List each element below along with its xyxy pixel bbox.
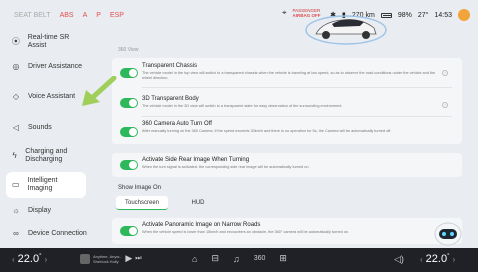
music-icon[interactable]: ♫ — [233, 254, 240, 264]
option-touchscreen[interactable]: Touchscreen — [116, 196, 168, 210]
assistant-robot-icon[interactable] — [430, 220, 466, 250]
divider — [142, 116, 452, 117]
sidebar-item-charging[interactable]: ϟ Charging and Discharging — [10, 148, 88, 164]
chevron-right-icon[interactable]: › — [45, 255, 48, 264]
camera-icon: ▭ — [11, 180, 20, 189]
annotation-arrow — [82, 76, 117, 106]
setting-row-3d-transparent-body: 3D Transparent Body The vehicle model in… — [112, 96, 462, 109]
setting-row-360-auto-off: 360 Camera Auto Turn Off After manually … — [112, 121, 462, 134]
settings-card: Activate Panoramic Image on Narrow Roads… — [112, 218, 462, 244]
abs-warning-icon: ABS — [59, 11, 74, 19]
setting-title: 3D Transparent Body — [142, 96, 199, 102]
sidebar-item-display[interactable]: ☼ Display — [10, 207, 88, 215]
link-icon: ∞ — [13, 229, 19, 238]
sr-assist-icon: ⦿ — [11, 37, 20, 46]
esp-icon: ESP — [109, 11, 124, 19]
intelligent-imaging-panel: 360 View Transparent Chassis The vehicle… — [104, 26, 462, 248]
setting-row-narrow-roads: Activate Panoramic Image on Narrow Roads… — [112, 222, 462, 235]
setting-description: The vehicle model in the top view will s… — [142, 71, 436, 80]
show-image-selector: Touchscreen HUD — [116, 196, 224, 210]
setting-title: Activate Side Rear Image When Turning — [142, 157, 250, 163]
360-camera-icon[interactable]: 360 — [254, 255, 266, 262]
setting-description: When the turn signal is activated, the c… — [142, 165, 310, 169]
charging-icon: ϟ — [12, 151, 17, 160]
sidebar-item-driver-assistance[interactable]: ◎ Driver Assistance — [10, 63, 88, 71]
driver-climate[interactable]: ‹ 22.0° › — [12, 253, 47, 265]
parking-brake-icon: P — [96, 11, 101, 19]
sidebar-item-label: Driver Assistance — [28, 63, 83, 70]
media-title: Anytime, Anyw... — [93, 253, 123, 259]
chevron-right-icon[interactable]: › — [453, 255, 456, 264]
settings-card: Activate Side Rear Image When Turning Wh… — [112, 153, 462, 177]
media-artist: Sherlock Holly — [93, 258, 119, 264]
home-icon[interactable]: ⌂ — [192, 254, 197, 264]
setting-description: When the vehicle speed is lower than 15k… — [142, 230, 350, 234]
chevron-left-icon[interactable]: ‹ — [12, 255, 15, 264]
sidebar-item-label: Real-time SR Assist — [27, 34, 70, 49]
show-image-on-label: Show Image On — [118, 185, 162, 191]
location-icon: ⌖ — [282, 8, 287, 17]
setting-title: Activate Panoramic Image on Narrow Roads — [142, 222, 261, 228]
apps-grid-icon[interactable]: ⊞ — [279, 253, 287, 264]
volume-icon[interactable]: ◁) — [394, 254, 404, 265]
battery-text: 98% — [397, 11, 412, 19]
setting-row-transparent-chassis: Transparent Chassis The vehicle model in… — [112, 63, 462, 81]
section-label-360-view: 360 View — [118, 47, 139, 53]
display-icon: ☼ — [12, 206, 20, 215]
sidebar-item-device-connection[interactable]: ∞ Device Connection — [10, 230, 88, 238]
clock: 14:53 — [434, 11, 452, 19]
settings-card: Transparent Chassis The vehicle model in… — [112, 58, 462, 144]
sidebar-item-label: Sounds — [28, 124, 52, 131]
sidebar-item-label: Display — [28, 207, 51, 214]
sidebar-item-sounds[interactable]: ◁ Sounds — [10, 124, 88, 132]
settings-sidebar: ⦿ Real-time SR Assist ◎ Driver Assistanc… — [0, 26, 88, 248]
steering-wheel-icon: ◎ — [12, 62, 20, 71]
bottom-dock: ‹ 22.0° › Anytime, Anyw... Sherlock Holl… — [0, 248, 478, 272]
auto-hold-icon: A — [82, 11, 88, 19]
setting-description: The vehicle model in the 3D view will sw… — [142, 104, 343, 108]
360-auto-off-toggle[interactable] — [120, 127, 138, 137]
info-icon[interactable]: › — [442, 102, 448, 108]
outside-temp: 27° — [417, 11, 429, 19]
sidebar-item-label: Device Connection — [28, 230, 87, 237]
side-rear-image-toggle[interactable] — [120, 160, 138, 170]
setting-title: 360 Camera Auto Turn Off — [142, 121, 212, 127]
sidebar-item-intelligent-imaging[interactable]: ▭ Intelligent Imaging — [6, 172, 86, 198]
sidebar-item-label: Intelligent Imaging — [27, 177, 58, 192]
app-launcher: ⌂ ⊟ ♫ 360 ⊞ — [192, 253, 287, 264]
option-hud[interactable]: HUD — [172, 196, 224, 210]
seatbelt-warning-icon: SEAT BELT — [14, 11, 51, 19]
transparent-chassis-toggle[interactable] — [120, 68, 138, 78]
narrow-roads-toggle[interactable] — [120, 226, 138, 236]
info-icon[interactable]: › — [442, 70, 448, 76]
voice-icon: ◇ — [12, 92, 20, 101]
setting-row-side-rear-image: Activate Side Rear Image When Turning Wh… — [112, 157, 462, 170]
warning-indicators: SEAT BELT ABS A P ESP — [14, 12, 124, 19]
sidebar-item-voice-assistant[interactable]: ◇ Voice Assistant — [10, 93, 88, 101]
album-art — [80, 253, 90, 264]
driver-temp: 22.0 — [17, 253, 40, 265]
sidebar-item-label: Voice Assistant — [28, 93, 76, 100]
speaker-icon: ◁ — [12, 123, 20, 132]
play-icon[interactable]: ▶ — [125, 253, 132, 264]
next-track-icon[interactable]: ⏭ — [135, 255, 141, 263]
setting-title: Transparent Chassis — [142, 63, 198, 69]
car-icon[interactable]: ⊟ — [211, 253, 219, 264]
passenger-temp: 22.0 — [425, 253, 448, 265]
media-widget[interactable]: Anytime, Anyw... Sherlock Holly ▶ ⏭ — [80, 253, 142, 264]
divider — [142, 87, 452, 88]
chevron-left-icon[interactable]: ‹ — [420, 255, 423, 264]
sidebar-item-sr-assist[interactable]: ⦿ Real-time SR Assist — [10, 34, 88, 50]
3d-transparent-body-toggle[interactable] — [120, 98, 138, 108]
setting-description: After manually turning on the 360 Camera… — [142, 129, 392, 133]
user-avatar[interactable] — [458, 9, 470, 21]
passenger-climate[interactable]: ‹ 22.0° › — [420, 253, 455, 265]
sidebar-item-label: Charging and Discharging — [25, 148, 68, 163]
